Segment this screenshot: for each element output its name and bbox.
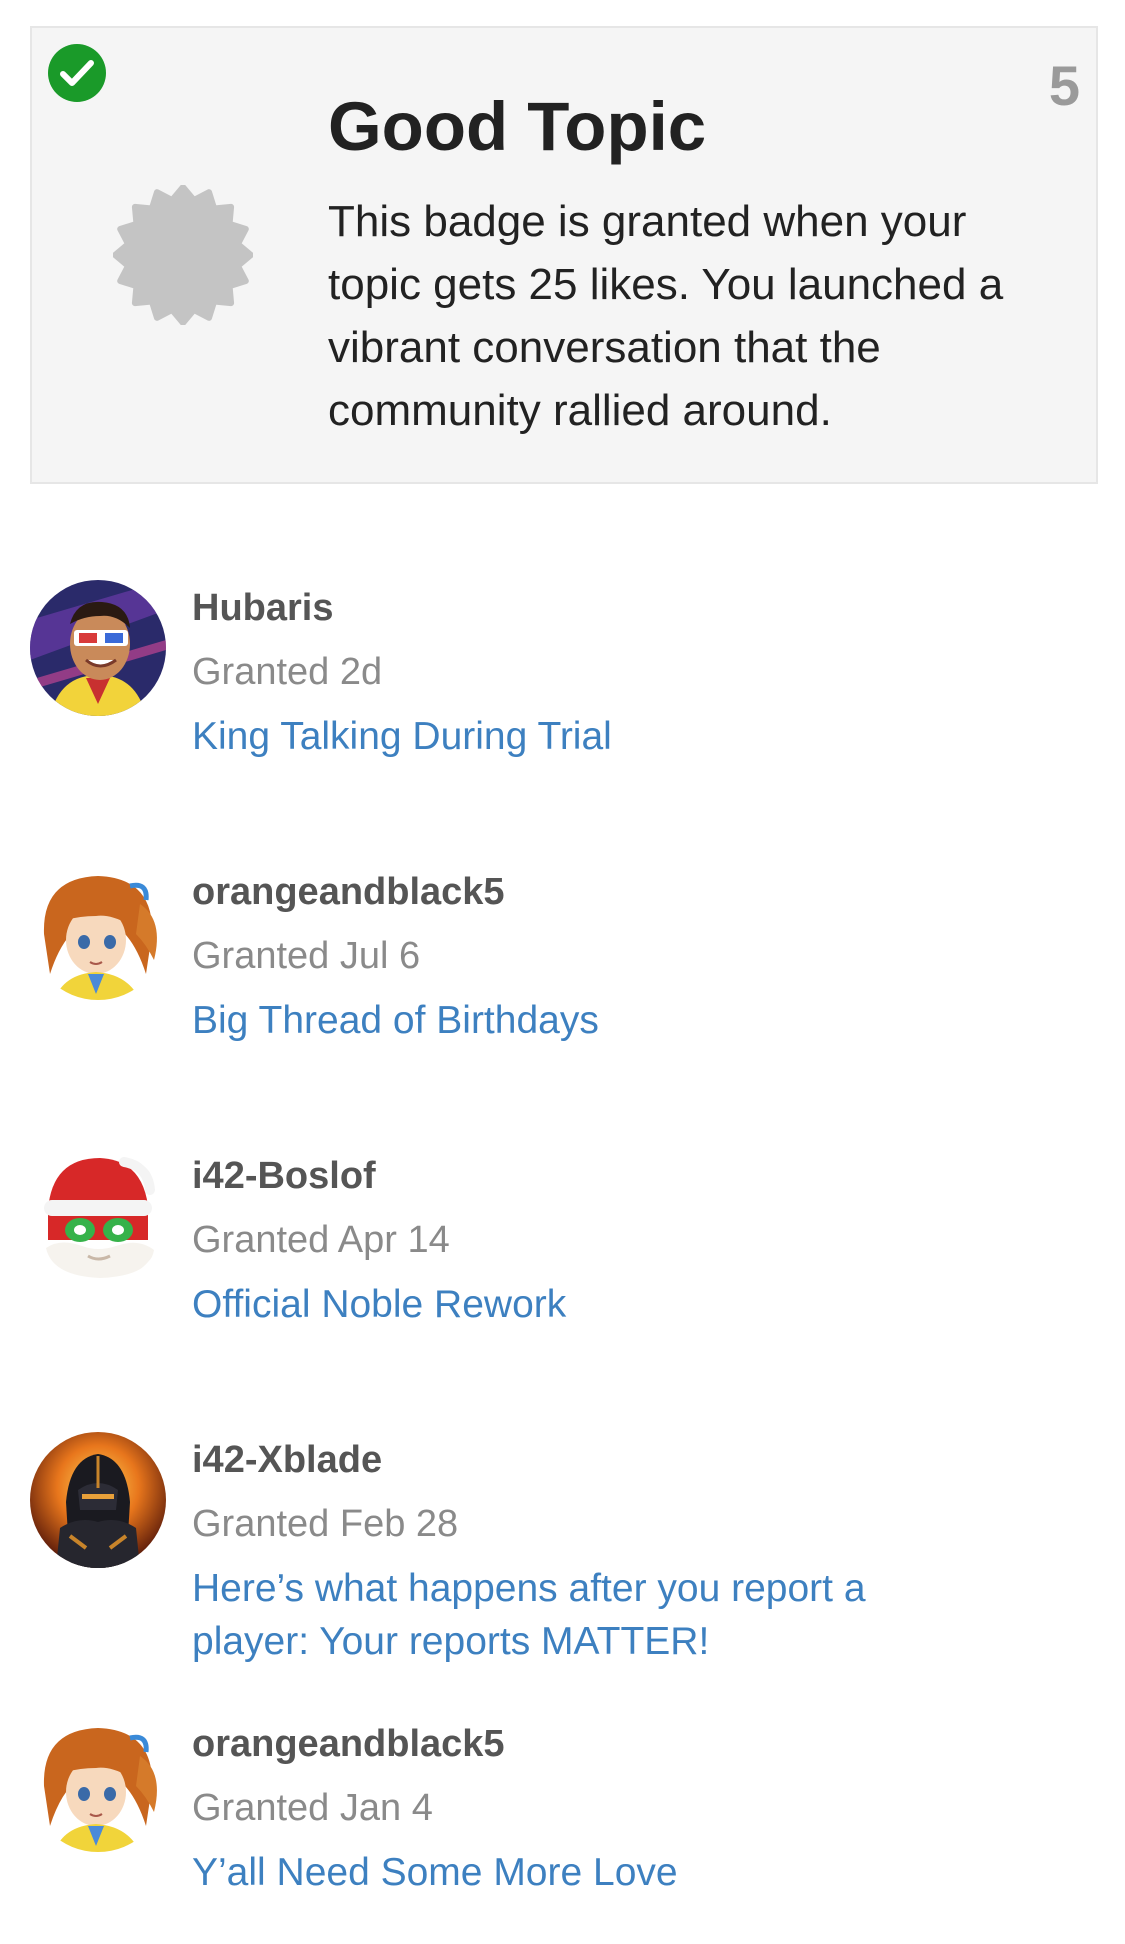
- grant-topic-link[interactable]: King Talking During Trial: [192, 710, 912, 763]
- grant-username[interactable]: i42-Xblade: [192, 1438, 382, 1484]
- badge-grant-list: Hubaris Granted 2d King Talking During T…: [0, 0, 1125, 1944]
- avatar[interactable]: [30, 580, 166, 716]
- grant-username[interactable]: orangeandblack5: [192, 1722, 505, 1768]
- grant-date: Granted Apr 14: [192, 1219, 450, 1261]
- grant-username[interactable]: orangeandblack5: [192, 870, 505, 916]
- avatar[interactable]: [30, 1432, 166, 1568]
- grant-date: Granted Jul 6: [192, 935, 421, 977]
- avatar[interactable]: [30, 1716, 166, 1852]
- grant-topic-link[interactable]: Official Noble Rework: [192, 1278, 912, 1331]
- grant-topic-link[interactable]: Big Thread of Birthdays: [192, 994, 912, 1047]
- grant-date: Granted Feb 28: [192, 1503, 459, 1545]
- grant-username[interactable]: Hubaris: [192, 586, 333, 632]
- grant-date: Granted 2d: [192, 651, 383, 693]
- grant-date: Granted Jan 4: [192, 1787, 433, 1829]
- grant-topic-link[interactable]: Y’all Need Some More Love: [192, 1846, 912, 1899]
- avatar[interactable]: [30, 1148, 166, 1284]
- avatar[interactable]: [30, 864, 166, 1000]
- grant-username[interactable]: i42-Boslof: [192, 1154, 376, 1200]
- grant-topic-link[interactable]: Here’s what happens after you report a p…: [192, 1562, 912, 1668]
